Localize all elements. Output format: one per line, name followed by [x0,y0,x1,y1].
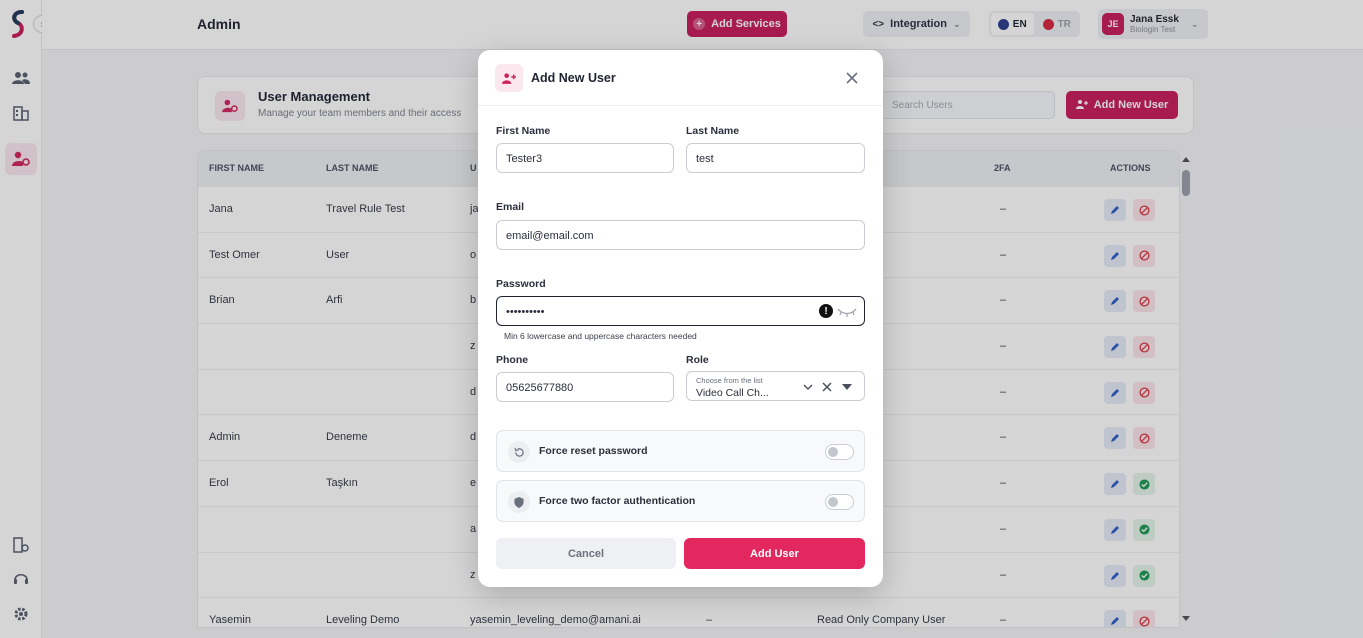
chevron-down-icon[interactable] [801,380,815,394]
password-field[interactable]: •••••••••• [496,296,865,326]
email-field[interactable]: email@email.com [496,220,865,250]
password-label: Password [496,278,546,290]
add-user-icon [495,64,523,92]
force-2fa-toggle[interactable] [825,494,854,510]
force-reset-password-toggle[interactable] [825,444,854,460]
cancel-button[interactable]: Cancel [496,538,676,569]
role-select[interactable]: Choose from the list Video Call Ch... [686,371,865,401]
close-button[interactable] [842,68,862,88]
shield-icon [508,491,530,513]
reset-password-icon [508,441,530,463]
phone-field[interactable]: 05625677880 [496,372,674,402]
force-reset-password-label: Force reset password [539,445,648,457]
toggle-knob [828,497,838,507]
eye-closed-icon[interactable] [837,305,857,317]
email-label: Email [496,201,525,213]
close-icon [846,72,858,84]
force-reset-password-row: Force reset password [496,430,865,472]
force-2fa-row: Force two factor authentication [496,480,865,522]
add-user-modal: Add New User First Name Tester3 Last Nam… [478,50,883,587]
password-hint: Min 6 lowercase and uppercase characters… [504,331,697,341]
first-name-label: First Name [496,125,551,137]
modal-header: Add New User [478,50,883,106]
modal-title: Add New User [531,71,616,85]
toggle-knob [828,447,838,457]
role-value: Video Call Ch... [696,387,769,399]
role-placeholder: Choose from the list [696,376,763,385]
force-2fa-label: Force two factor authentication [539,495,696,507]
role-label: Role [686,354,709,366]
phone-label: Phone [496,354,529,366]
clear-icon[interactable] [820,380,834,394]
last-name-field[interactable]: test [686,143,865,173]
caret-down-icon[interactable] [840,380,854,394]
warning-icon: ! [819,304,833,318]
first-name-field[interactable]: Tester3 [496,143,674,173]
last-name-label: Last Name [686,125,740,137]
add-user-button[interactable]: Add User [684,538,865,569]
